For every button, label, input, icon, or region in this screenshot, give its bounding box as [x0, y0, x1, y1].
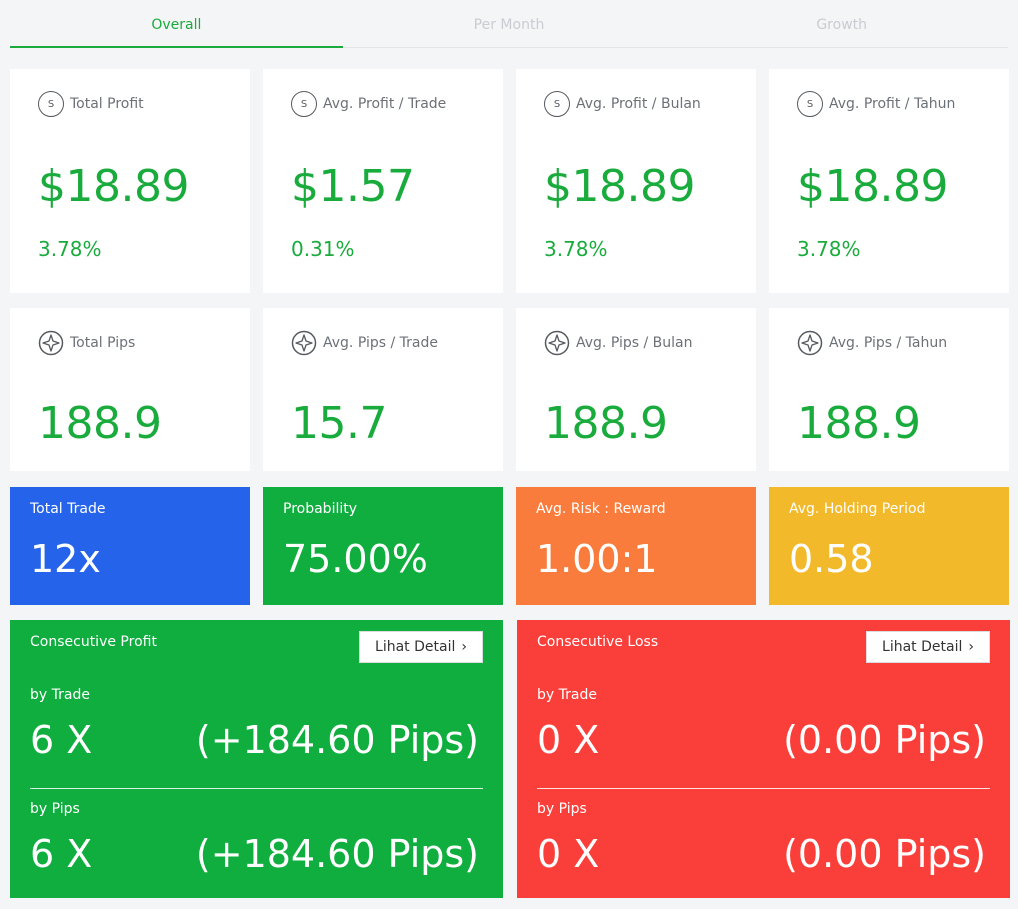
panel-title: Consecutive Loss — [537, 634, 659, 650]
avg-profit-trade-card: S Avg. Profit / Trade $1.57 0.31% — [263, 69, 503, 293]
card-label: Avg. Pips / Trade — [323, 335, 438, 351]
by-trade-label: by Trade — [30, 687, 90, 703]
card-value: 15.7 — [291, 398, 387, 449]
avg-profit-bulan-card: S Avg. Profit / Bulan $18.89 3.78% — [516, 69, 756, 293]
card-value: 188.9 — [38, 398, 162, 449]
card-percent: 0.31% — [291, 237, 355, 261]
avg-pips-tahun-card: Avg. Pips / Tahun 188.9 — [769, 308, 1009, 471]
tile-label: Probability — [283, 501, 358, 517]
sparkle-icon — [38, 330, 64, 356]
tile-label: Avg. Holding Period — [789, 501, 926, 517]
card-label: Avg. Pips / Tahun — [829, 335, 948, 351]
lihat-detail-button[interactable]: Lihat Detail › — [359, 631, 483, 663]
card-percent: 3.78% — [797, 237, 861, 261]
by-trade-pips: (0.00 Pips) — [783, 718, 986, 762]
tile-label: Total Trade — [30, 501, 106, 517]
by-pips-count: 0 X — [537, 832, 600, 876]
tile-value: 0.58 — [789, 537, 874, 581]
by-trade-label: by Trade — [537, 687, 597, 703]
tab-overall[interactable]: Overall — [10, 0, 343, 48]
card-label: Avg. Profit / Bulan — [576, 96, 701, 112]
avg-profit-tahun-card: S Avg. Profit / Tahun $18.89 3.78% — [769, 69, 1009, 293]
divider — [30, 788, 483, 789]
lihat-detail-button[interactable]: Lihat Detail › — [866, 631, 990, 663]
avg-pips-trade-card: Avg. Pips / Trade 15.7 — [263, 308, 503, 471]
card-value: 188.9 — [544, 398, 668, 449]
card-value: 188.9 — [797, 398, 921, 449]
dollar-coin-icon: S — [544, 91, 570, 117]
tile-value: 1.00:1 — [536, 537, 658, 581]
avg-pips-bulan-card: Avg. Pips / Bulan 188.9 — [516, 308, 756, 471]
probability-tile: Probability 75.00% — [263, 487, 503, 605]
tab-per-month[interactable]: Per Month — [343, 0, 676, 47]
card-value: $18.89 — [544, 161, 695, 212]
dollar-coin-icon: S — [38, 91, 64, 117]
card-value: $18.89 — [797, 161, 948, 212]
card-percent: 3.78% — [38, 237, 102, 261]
by-trade-count: 0 X — [537, 718, 600, 762]
total-pips-card: Total Pips 188.9 — [10, 308, 250, 471]
chevron-right-icon: › — [968, 639, 974, 655]
card-value: $18.89 — [38, 161, 189, 212]
panel-title: Consecutive Profit — [30, 634, 157, 650]
total-trade-tile: Total Trade 12x — [10, 487, 250, 605]
total-profit-card: S Total Profit $18.89 3.78% — [10, 69, 250, 293]
by-pips-pips: (0.00 Pips) — [783, 832, 986, 876]
tile-value: 75.00% — [283, 537, 428, 581]
sparkle-icon — [797, 330, 823, 356]
tile-value: 12x — [30, 537, 101, 581]
tile-label: Avg. Risk : Reward — [536, 501, 666, 517]
button-label: Lihat Detail — [882, 639, 963, 655]
by-pips-label: by Pips — [537, 801, 587, 817]
by-trade-count: 6 X — [30, 718, 93, 762]
card-label: Avg. Profit / Tahun — [829, 96, 956, 112]
chevron-right-icon: › — [461, 639, 467, 655]
card-value: $1.57 — [291, 161, 415, 212]
risk-reward-tile: Avg. Risk : Reward 1.00:1 — [516, 487, 756, 605]
button-label: Lihat Detail — [375, 639, 456, 655]
dollar-coin-icon: S — [797, 91, 823, 117]
card-label: Avg. Pips / Bulan — [576, 335, 693, 351]
dollar-coin-icon: S — [291, 91, 317, 117]
by-pips-pips: (+184.60 Pips) — [195, 832, 479, 876]
card-label: Avg. Profit / Trade — [323, 96, 447, 112]
by-pips-label: by Pips — [30, 801, 80, 817]
by-pips-count: 6 X — [30, 832, 93, 876]
consecutive-profit-panel: Consecutive Profit Lihat Detail › by Tra… — [10, 620, 503, 898]
sparkle-icon — [544, 330, 570, 356]
card-percent: 3.78% — [544, 237, 608, 261]
consecutive-loss-panel: Consecutive Loss Lihat Detail › by Trade… — [517, 620, 1010, 898]
sparkle-icon — [291, 330, 317, 356]
tab-bar: Overall Per Month Growth — [10, 0, 1008, 48]
tab-growth[interactable]: Growth — [675, 0, 1008, 47]
card-label: Total Profit — [70, 96, 144, 112]
holding-period-tile: Avg. Holding Period 0.58 — [769, 487, 1009, 605]
card-label: Total Pips — [70, 335, 136, 351]
by-trade-pips: (+184.60 Pips) — [195, 718, 479, 762]
divider — [537, 788, 990, 789]
